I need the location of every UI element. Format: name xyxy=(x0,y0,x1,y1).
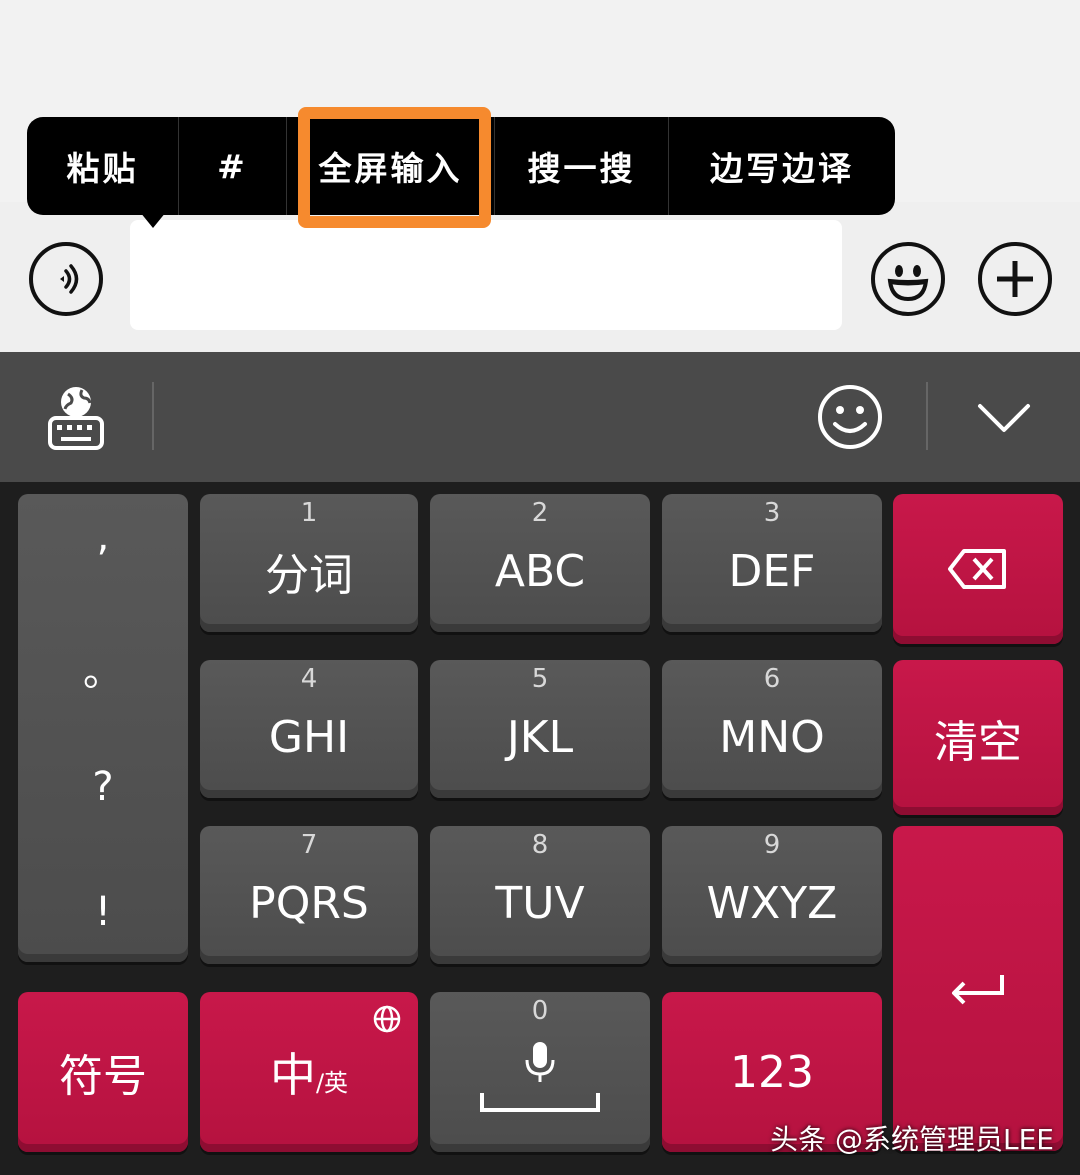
voice-icon xyxy=(60,264,79,294)
message-input[interactable] xyxy=(130,220,842,330)
backspace-key[interactable] xyxy=(893,494,1063,644)
key-7[interactable]: 7 PQRS xyxy=(200,826,418,964)
toolbar-divider xyxy=(152,382,154,450)
emoji-icon xyxy=(887,265,929,302)
voice-button[interactable] xyxy=(29,242,103,316)
punct-comma[interactable]: , xyxy=(18,514,188,560)
chevron-down-icon[interactable] xyxy=(974,398,1034,438)
punct-exclaim[interactable]: ! xyxy=(18,889,188,935)
key-2[interactable]: 2 ABC xyxy=(430,494,650,632)
symbol-key[interactable]: 符号 xyxy=(18,992,188,1152)
key-8[interactable]: 8 TUV xyxy=(430,826,650,964)
add-button[interactable] xyxy=(978,242,1052,316)
smiley-icon[interactable] xyxy=(815,382,885,452)
menu-item-paste[interactable]: 粘贴 xyxy=(27,117,179,215)
space-key[interactable]: 0 xyxy=(430,992,650,1152)
text-context-menu: 粘贴 # 全屏输入 搜一搜 边写边译 xyxy=(27,117,895,215)
key-1[interactable]: 1 分词 xyxy=(200,494,418,632)
punctuation-column[interactable]: , 。 ? ! xyxy=(18,494,188,962)
key-3[interactable]: 3 DEF xyxy=(662,494,882,632)
menu-item-hashtag[interactable]: # xyxy=(179,117,287,215)
menu-pointer xyxy=(140,212,166,228)
plus-icon xyxy=(997,261,1033,297)
punct-period[interactable]: 。 xyxy=(18,639,188,697)
toolbar-divider xyxy=(926,382,928,450)
mic-icon xyxy=(525,1042,555,1082)
key-4[interactable]: 4 GHI xyxy=(200,660,418,798)
enter-icon xyxy=(952,974,1004,1004)
menu-item-search[interactable]: 搜一搜 xyxy=(495,117,669,215)
key-5[interactable]: 5 JKL xyxy=(430,660,650,798)
space-bar-icon xyxy=(480,1093,600,1112)
key-6[interactable]: 6 MNO xyxy=(662,660,882,798)
keyboard-globe-icon[interactable] xyxy=(44,382,108,452)
enter-key[interactable] xyxy=(893,826,1063,1151)
language-switch-key[interactable]: 中 /英 xyxy=(200,992,418,1152)
keyboard-toolbar xyxy=(0,352,1080,482)
punct-question[interactable]: ? xyxy=(18,764,188,810)
language-label: 中 /英 xyxy=(269,1048,349,1102)
menu-item-fullscreen-input[interactable]: 全屏输入 xyxy=(287,117,495,215)
backspace-icon xyxy=(948,549,1006,589)
emoji-button[interactable] xyxy=(871,242,945,316)
key-9[interactable]: 9 WXYZ xyxy=(662,826,882,964)
globe-icon xyxy=(373,1005,401,1033)
clear-key[interactable]: 清空 xyxy=(893,660,1063,815)
watermark: 头条 @系统管理员LEE xyxy=(770,1123,1054,1156)
menu-item-translate[interactable]: 边写边译 xyxy=(669,117,895,215)
